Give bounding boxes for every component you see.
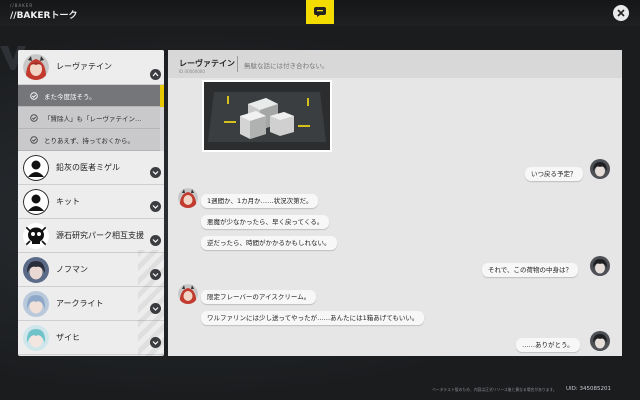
message-bubble-received: 1週間か、1カ月か……状況次第だ。 [201,194,319,208]
player-avatar [590,331,610,351]
contact-name: ノフマン [56,265,88,274]
contact-avatar [178,284,198,304]
dark-hair-avatar-icon [23,257,49,283]
reply-option[interactable]: また今度話そう。 [18,85,160,107]
silhouette-avatar-icon [23,155,49,181]
chat-contact-id: ID 00000000 [179,69,205,74]
contact-name: ザイヒ [56,333,80,342]
beta-notice: ベータテスト版のため、内容は正式リリース後と異なる場合があります。 [432,387,557,392]
red-hair-avatar-icon [178,188,198,208]
player-avatar-icon [590,256,610,276]
reply-accent [160,129,164,151]
avatar [23,291,49,317]
decorative-stripes [138,250,164,356]
check-circle-icon [30,136,38,144]
contact-name: 源石研究パーク相互支援 [56,231,144,240]
reply-text: また今度話そう。 [44,93,96,101]
reply-text: 「賢除人」も「レーヴァテイン… [44,115,142,123]
reply-option[interactable]: 「賢除人」も「レーヴァテイン… [18,107,160,129]
chat-contact-name: レーヴァテイン [179,59,235,68]
message-bubble-sent: いつ戻る予定？ [525,167,583,181]
contact-item[interactable]: 鉛灰の医者ミゲル [18,151,164,185]
reply-text: とりあえず、持っておくから。 [44,137,135,145]
expand-button[interactable] [150,167,161,178]
blue-hair-avatar-icon [23,291,49,317]
close-icon [617,9,625,17]
reply-option[interactable]: とりあえず、持っておくから。 [18,129,160,151]
chat-bubble-icon [314,7,326,17]
reply-accent [160,85,164,107]
chevron-down-icon [152,205,159,209]
chat-status-message: 無駄な話には付き合わない。 [244,62,329,70]
player-avatar-icon [590,159,610,179]
silhouette-avatar-icon [23,189,49,215]
expand-button[interactable] [150,201,161,212]
user-id: UID: 345085201 [566,386,611,392]
message-bubble-received: 限定フレーバーのアイスクリーム。 [201,290,317,304]
avatar [23,189,49,215]
message-bubble-received: 逆だったら、時間がかかるかもしれない。 [201,236,337,250]
top-bar: //BAKER //BAKERトーク [0,0,640,26]
contact-name: アークライト [56,299,104,308]
expand-button[interactable] [150,235,161,246]
player-avatar-icon [590,331,610,351]
check-circle-icon [30,92,38,100]
header-divider [237,56,238,72]
messages-tab[interactable] [306,0,334,24]
shared-photo[interactable] [202,80,332,152]
contact-item[interactable]: キット [18,185,164,219]
message-bubble-received: ワルファリンには少し送ってやったが……あんたには1箱あげてもいい。 [201,311,425,325]
avatar [23,325,49,351]
chevron-down-icon [152,171,159,175]
chat-header: レーヴァテイン ID 00000000 無駄な話には付き合わない。 [168,50,622,78]
player-avatar [590,256,610,276]
contact-name: 鉛灰の医者ミゲル [56,163,120,172]
avatar [23,223,49,249]
contact-avatar [178,188,198,208]
app-title: //BAKERトーク [10,11,78,21]
teal-hair-avatar-icon [23,325,49,351]
contact-item[interactable]: 源石研究パーク相互支援 [18,219,164,253]
contact-item[interactable]: レーヴァテイン [18,50,164,85]
reply-accent [160,107,164,129]
chat-panel[interactable]: レーヴァテイン ID 00000000 無駄な話には付き合わない。 いつ戻る予定… [168,50,622,356]
contact-list: レーヴァテイン また今度話そう。 「賢除人」も「レーヴァテイン… とりあえず、持… [18,50,164,356]
contact-name: キット [56,197,80,206]
red-hair-avatar-icon [178,284,198,304]
package-photo-icon [204,82,330,150]
avatar [23,54,49,80]
check-circle-icon [30,114,38,122]
player-avatar [590,159,610,179]
chevron-down-icon [152,239,159,243]
skull-group-avatar-icon [23,223,49,249]
contact-name: レーヴァテイン [56,62,112,71]
close-button[interactable] [613,5,629,21]
message-bubble-received: 悪魔が少なかったら、早く戻ってくる。 [201,215,330,229]
collapse-button[interactable] [150,69,161,80]
message-bubble-sent: それで、この荷物の中身は？ [482,263,579,277]
avatar [23,155,49,181]
message-bubble-sent: ……ありがとう。 [516,338,580,352]
chevron-up-icon [152,72,159,77]
avatar [23,257,49,283]
red-hair-avatar-icon [23,54,49,80]
